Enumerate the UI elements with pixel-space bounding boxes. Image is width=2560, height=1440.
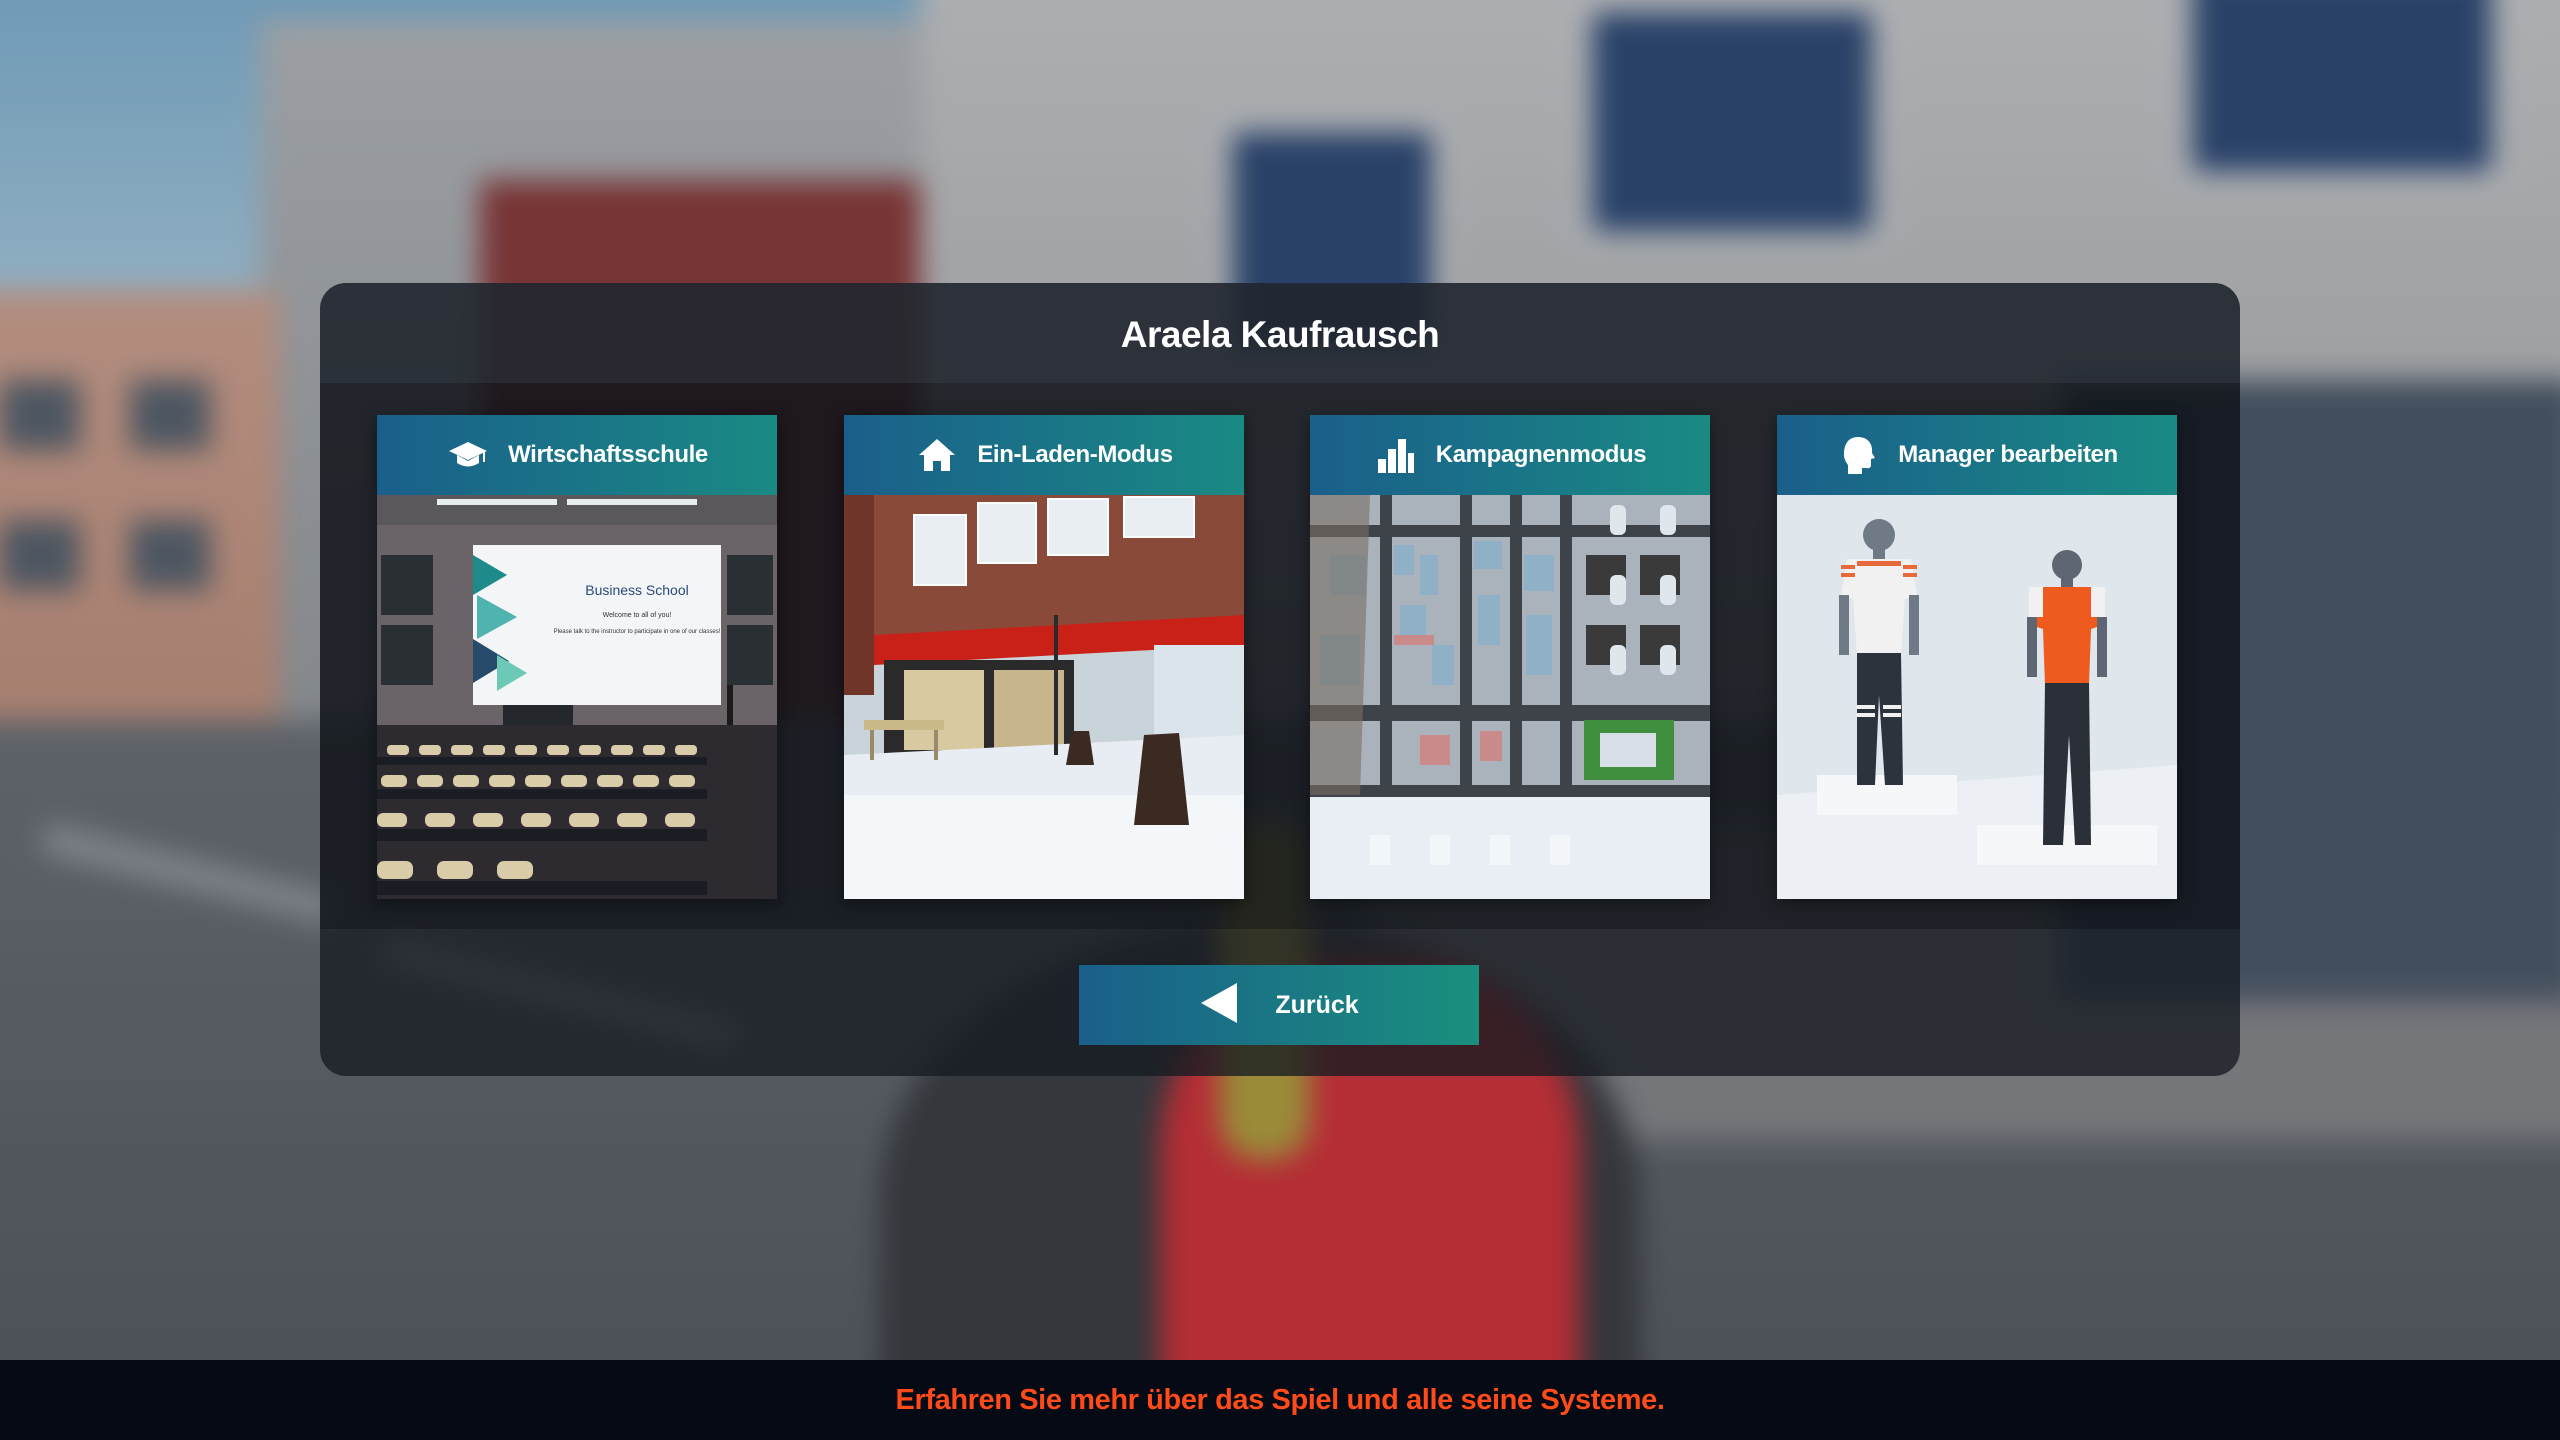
preview-sub: Welcome to all of you!: [603, 612, 672, 619]
card-header[interactable]: Ein-Laden-Modus: [844, 415, 1244, 495]
campaign-preview-image: [1310, 495, 1710, 899]
house-icon: [915, 433, 959, 477]
graduation-cap-icon: [446, 433, 490, 477]
panel-header: Araela Kaufrausch: [320, 283, 2240, 383]
card-header[interactable]: Kampagnenmodus: [1310, 415, 1710, 495]
back-button-label: Zurück: [1275, 990, 1359, 1019]
back-button[interactable]: Zurück: [1079, 965, 1479, 1045]
mode-select-panel: Araela Kaufrausch Wirtschaftsschule Busi…: [320, 283, 2240, 1076]
city-buildings-icon: [1374, 433, 1418, 477]
single-store-preview-image: [844, 495, 1244, 899]
card-label: Ein-Laden-Modus: [977, 441, 1173, 468]
business-school-preview-image: Business School Welcome to all of you! P…: [377, 495, 777, 899]
card-header[interactable]: Manager bearbeiten: [1777, 415, 2177, 495]
preview-body: Please talk to the instructor to partici…: [554, 629, 721, 635]
mode-cards: Wirtschaftsschule Business School Welcom…: [320, 383, 2240, 929]
card-label: Kampagnenmodus: [1435, 441, 1647, 468]
preview-heading: Business School: [585, 582, 689, 598]
card-label: Manager bearbeiten: [1898, 441, 2118, 468]
edit-manager-preview-image: [1777, 495, 2177, 899]
card-header[interactable]: Wirtschaftsschule: [377, 415, 777, 495]
mode-card-edit-manager[interactable]: Manager bearbeiten: [1777, 415, 2177, 899]
info-link[interactable]: Erfahren Sie mehr über das Spiel und all…: [896, 1384, 1665, 1417]
card-label: Wirtschaftsschule: [508, 441, 708, 468]
mode-card-single-store[interactable]: Ein-Laden-Modus: [844, 415, 1244, 899]
panel-footer: Zurück: [320, 929, 2240, 1076]
mode-card-business-school[interactable]: Wirtschaftsschule Business School Welcom…: [377, 415, 777, 899]
head-silhouette-icon: [1836, 433, 1880, 477]
info-bar: Erfahren Sie mehr über das Spiel und all…: [0, 1360, 2560, 1440]
mode-card-campaign[interactable]: Kampagnenmodus: [1310, 415, 1710, 899]
triangle-left-icon: [1199, 981, 1239, 1030]
panel-title: Araela Kaufrausch: [1120, 314, 1440, 355]
